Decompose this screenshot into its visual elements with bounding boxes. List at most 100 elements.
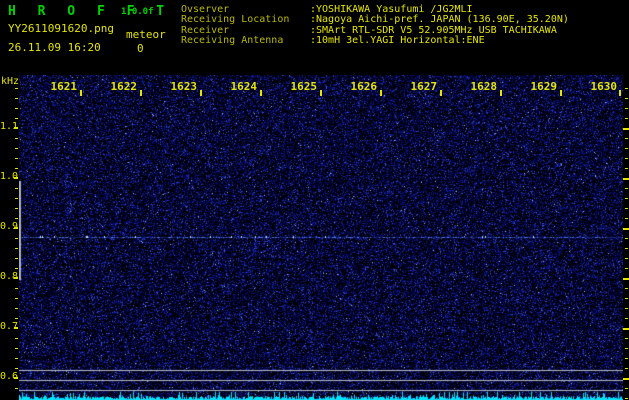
freq-minor-tick [15,248,18,249]
station-label: Receiving Antenna [181,35,284,47]
freq-minor-tick [15,168,18,169]
time-tick [80,90,82,96]
freq-minor-tick [15,348,18,349]
freq-minor-tick [15,388,18,389]
time-tick-label: 1627 [410,80,438,93]
freq-minor-tick [15,218,18,219]
time-tick [560,90,562,96]
freq-minor-tick [15,158,18,159]
right-minor-tick [625,208,628,209]
right-minor-tick [625,398,628,399]
app-version: 1.0.0f [121,7,154,17]
freq-minor-tick [15,358,18,359]
freq-tick-label: 0.6 [0,371,19,382]
right-minor-tick [625,138,628,139]
right-major-tick [623,378,629,380]
spectrogram-canvas [19,75,623,400]
right-minor-tick [625,268,628,269]
freq-minor-tick [15,298,18,299]
freq-minor-tick [15,368,18,369]
time-tick-label: 1622 [110,80,138,93]
time-tick [440,90,442,96]
freq-tick-label: 1.1 [0,121,19,132]
freq-minor-tick [15,138,18,139]
freq-minor-tick [15,88,18,89]
freq-major-tick [14,177,18,179]
time-tick [500,90,502,96]
right-minor-tick [625,388,628,389]
freq-minor-tick [15,98,18,99]
freq-minor-tick [15,318,18,319]
freq-minor-tick [15,148,18,149]
freq-minor-tick [15,198,18,199]
station-row-antenna: Receiving Antenna :10mH 3el.YAGI Horizon… [181,35,569,47]
freq-major-tick [14,127,18,129]
hrofft-window: { "app": { "title": "H R O F F T", "vers… [0,0,629,400]
freq-minor-tick [15,258,18,259]
right-minor-tick [625,298,628,299]
time-tick-label: 1623 [170,80,198,93]
freq-minor-tick [15,268,18,269]
freq-minor-tick [15,118,18,119]
right-minor-tick [625,238,628,239]
timestamp: 26.11.09 16:20 [8,41,101,54]
right-minor-tick [625,118,628,119]
time-tick [619,90,621,96]
time-tick-label: 1630 [590,80,618,93]
freq-tick-label: 0.9 [0,221,19,232]
right-minor-tick [625,148,628,149]
right-minor-tick [625,98,628,99]
freq-minor-tick [15,338,18,339]
time-tick [380,90,382,96]
time-tick [140,90,142,96]
echo-count: 0 [137,42,144,55]
time-tick [260,90,262,96]
right-minor-tick [625,288,628,289]
freq-minor-tick [15,238,18,239]
station-info: Ovserver :YOSHIKAWA Yasufumi /JG2MLI Rec… [181,4,569,47]
right-minor-tick [625,348,628,349]
freq-major-tick [14,327,18,329]
freq-minor-tick [15,208,18,209]
right-minor-tick [625,308,628,309]
right-minor-tick [625,218,628,219]
right-minor-tick [625,248,628,249]
time-tick-label: 1624 [230,80,258,93]
right-major-tick [623,328,629,330]
time-tick-label: 1625 [290,80,318,93]
right-minor-tick [625,368,628,369]
right-minor-tick [625,88,628,89]
time-tick-label: 1629 [530,80,558,93]
right-minor-tick [625,108,628,109]
right-major-tick [623,128,629,130]
right-minor-tick [625,198,628,199]
output-filename: YY2611091620.png [8,22,114,35]
time-tick-label: 1621 [50,80,78,93]
time-tick-label: 1628 [470,80,498,93]
freq-axis-unit: kHz [1,76,20,87]
freq-major-tick [14,227,18,229]
freq-minor-tick [15,188,18,189]
freq-major-tick [14,277,18,279]
station-value: :10mH 3el.YAGI Horizontal:ENE [310,35,485,47]
right-minor-tick [625,158,628,159]
right-major-tick [623,278,629,280]
right-minor-tick [625,358,628,359]
freq-tick-label: 0.7 [0,321,19,332]
freq-minor-tick [15,288,18,289]
freq-tick-label: 0.8 [0,271,19,282]
right-minor-tick [625,318,628,319]
right-minor-tick [625,338,628,339]
freq-minor-tick [15,308,18,309]
time-tick [200,90,202,96]
mode-label: meteor [126,28,166,41]
time-tick-label: 1626 [350,80,378,93]
time-tick [320,90,322,96]
freq-tick-label: 1.0 [0,171,19,182]
right-major-tick [623,178,629,180]
right-major-tick [623,228,629,230]
freq-major-tick [14,377,18,379]
right-minor-tick [625,188,628,189]
right-minor-tick [625,258,628,259]
right-minor-tick [625,168,628,169]
